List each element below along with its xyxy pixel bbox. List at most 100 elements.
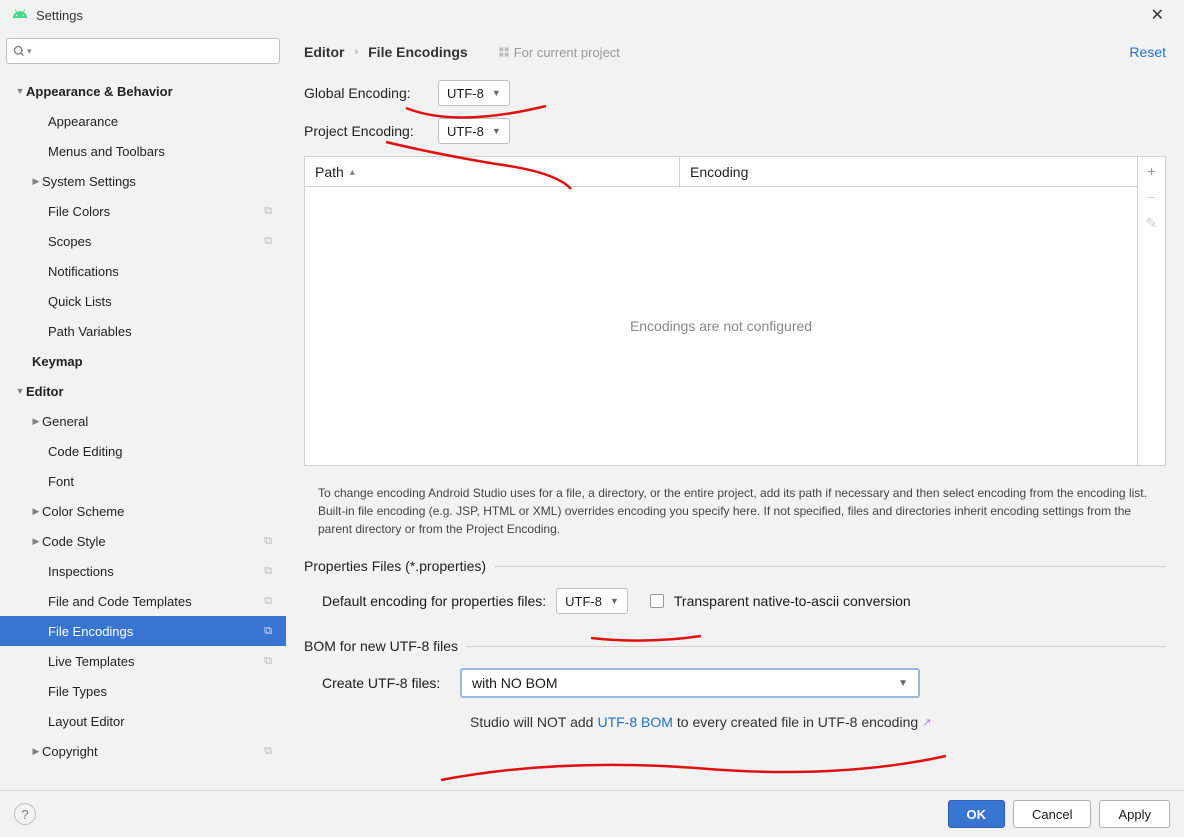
sidebar-item-layout-editor[interactable]: Layout Editor [0, 706, 286, 736]
sidebar-item-live-templates[interactable]: Live Templates⧉ [0, 646, 286, 676]
copy-icon: ⧉ [264, 595, 272, 608]
for-current-project: For current project [498, 45, 620, 60]
sidebar-item-label: Scopes [48, 234, 286, 249]
title-bar: Settings ✕ [0, 0, 1184, 30]
project-icon [498, 46, 510, 58]
create-utf8-label: Create UTF-8 files: [322, 675, 450, 691]
chevron-down-icon: ▼ [492, 88, 501, 98]
default-props-combo[interactable]: UTF-8 ▼ [556, 588, 628, 614]
search-field[interactable] [36, 44, 273, 59]
bom-section-title: BOM for new UTF-8 files [304, 638, 1166, 654]
external-link-icon: ↗ [922, 716, 931, 729]
transparent-checkbox[interactable] [650, 594, 664, 608]
copy-icon: ⧉ [264, 535, 272, 548]
sidebar-item-file-and-code-templates[interactable]: File and Code Templates⧉ [0, 586, 286, 616]
sidebar-item-label: Appearance & Behavior [26, 84, 286, 99]
sidebar-item-label: File and Code Templates [48, 594, 286, 609]
sidebar-item-label: Quick Lists [48, 294, 286, 309]
breadcrumb-current: File Encodings [368, 44, 468, 60]
global-encoding-label: Global Encoding: [304, 85, 428, 101]
encoding-hint: To change encoding Android Studio uses f… [304, 476, 1166, 552]
properties-section-title: Properties Files (*.properties) [304, 558, 1166, 574]
sidebar-item-label: Path Variables [48, 324, 286, 339]
sidebar-item-label: Menus and Toolbars [48, 144, 286, 159]
chevron-down-icon: ▼ [14, 86, 26, 96]
chevron-down-icon: ▼ [898, 678, 908, 689]
project-encoding-label: Project Encoding: [304, 123, 428, 139]
copy-icon: ⧉ [264, 235, 272, 248]
sidebar-item-keymap[interactable]: Keymap [0, 346, 286, 376]
chevron-right-icon: › [354, 46, 358, 58]
sidebar-item-label: File Colors [48, 204, 286, 219]
sidebar-item-label: Font [48, 474, 286, 489]
ok-button[interactable]: OK [948, 800, 1006, 828]
col-path[interactable]: Path ▲ [305, 157, 680, 186]
sort-indicator-icon: ▲ [348, 167, 357, 177]
chevron-right-icon: ▶ [30, 416, 42, 427]
search-dropdown-icon: ▾ [27, 46, 32, 57]
apply-button[interactable]: Apply [1099, 800, 1170, 828]
dialog-footer: ? OK Cancel Apply [0, 790, 1184, 837]
sidebar-item-copyright[interactable]: ▶Copyright⧉ [0, 736, 286, 766]
sidebar-item-label: Appearance [48, 114, 286, 129]
sidebar-item-label: System Settings [42, 174, 286, 189]
sidebar-item-menus-and-toolbars[interactable]: Menus and Toolbars [0, 136, 286, 166]
sidebar-item-label: Copyright [42, 744, 286, 759]
default-props-label: Default encoding for properties files: [322, 593, 546, 609]
sidebar-item-appearance-behavior[interactable]: ▼Appearance & Behavior [0, 76, 286, 106]
bom-hint: Studio will NOT add UTF-8 BOM to every c… [304, 714, 1166, 730]
sidebar-item-color-scheme[interactable]: ▶Color Scheme [0, 496, 286, 526]
sidebar-item-appearance[interactable]: Appearance [0, 106, 286, 136]
help-button[interactable]: ? [14, 803, 36, 825]
sidebar-item-editor[interactable]: ▼Editor [0, 376, 286, 406]
sidebar-item-file-types[interactable]: File Types [0, 676, 286, 706]
sidebar-item-file-colors[interactable]: File Colors⧉ [0, 196, 286, 226]
sidebar-item-label: Editor [26, 384, 286, 399]
reset-link[interactable]: Reset [1129, 44, 1166, 60]
settings-tree: ▼Appearance & BehaviorAppearanceMenus an… [0, 72, 286, 790]
sidebar-item-path-variables[interactable]: Path Variables [0, 316, 286, 346]
utf8-bom-link[interactable]: UTF-8 BOM [597, 714, 672, 730]
copy-icon: ⧉ [264, 625, 272, 638]
remove-icon[interactable]: − [1147, 189, 1155, 205]
search-icon [13, 45, 25, 57]
sidebar-item-general[interactable]: ▶General [0, 406, 286, 436]
settings-sidebar: ▾ ▼Appearance & BehaviorAppearanceMenus … [0, 30, 286, 790]
sidebar-item-scopes[interactable]: Scopes⧉ [0, 226, 286, 256]
sidebar-item-label: Code Style [42, 534, 286, 549]
sidebar-item-label: Layout Editor [48, 714, 286, 729]
copy-icon: ⧉ [264, 655, 272, 668]
sidebar-item-label: Keymap [32, 354, 286, 369]
global-encoding-combo[interactable]: UTF-8 ▼ [438, 80, 510, 106]
search-input[interactable]: ▾ [6, 38, 280, 64]
sidebar-item-notifications[interactable]: Notifications [0, 256, 286, 286]
close-icon[interactable]: ✕ [1143, 5, 1172, 25]
copy-icon: ⧉ [264, 205, 272, 218]
sidebar-item-code-editing[interactable]: Code Editing [0, 436, 286, 466]
breadcrumb-parent[interactable]: Editor [304, 44, 344, 60]
sidebar-item-system-settings[interactable]: ▶System Settings [0, 166, 286, 196]
sidebar-item-label: Color Scheme [42, 504, 286, 519]
sidebar-item-font[interactable]: Font [0, 466, 286, 496]
chevron-right-icon: ▶ [30, 506, 42, 517]
sidebar-item-label: File Encodings [48, 624, 286, 639]
transparent-label: Transparent native-to-ascii conversion [674, 593, 911, 609]
sidebar-item-label: Notifications [48, 264, 286, 279]
create-utf8-combo[interactable]: with NO BOM ▼ [460, 668, 920, 698]
empty-message: Encodings are not configured [305, 187, 1137, 465]
add-icon[interactable]: + [1147, 163, 1155, 179]
edit-icon[interactable]: ✎ [1146, 215, 1158, 232]
window-title: Settings [36, 8, 83, 23]
sidebar-item-quick-lists[interactable]: Quick Lists [0, 286, 286, 316]
sidebar-item-file-encodings[interactable]: File Encodings⧉ [0, 616, 286, 646]
chevron-right-icon: ▶ [30, 176, 42, 187]
settings-content: Editor › File Encodings For current proj… [286, 30, 1184, 790]
cancel-button[interactable]: Cancel [1013, 800, 1091, 828]
sidebar-item-label: Inspections [48, 564, 286, 579]
sidebar-item-inspections[interactable]: Inspections⧉ [0, 556, 286, 586]
sidebar-item-code-style[interactable]: ▶Code Style⧉ [0, 526, 286, 556]
chevron-down-icon: ▼ [14, 386, 26, 396]
sidebar-item-label: File Types [48, 684, 286, 699]
col-encoding[interactable]: Encoding [680, 157, 1137, 186]
project-encoding-combo[interactable]: UTF-8 ▼ [438, 118, 510, 144]
